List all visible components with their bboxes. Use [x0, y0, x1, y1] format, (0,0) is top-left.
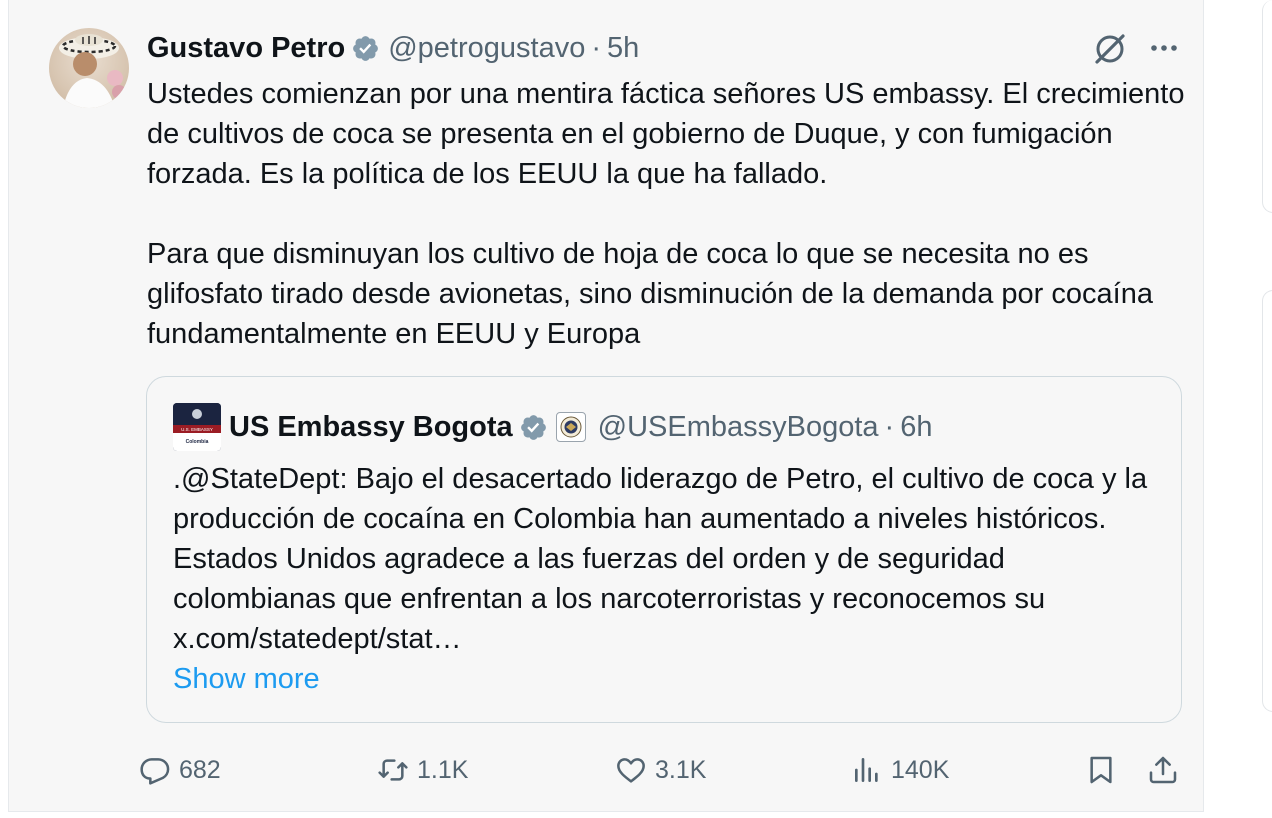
grok-icon[interactable]	[1091, 30, 1129, 68]
tweet-actions: 682 1.1K 3.1K 140K	[9, 748, 1203, 792]
tweet-author-row: Gustavo Petro @petrogustavo · 5h	[147, 30, 639, 66]
reply-button[interactable]: 682	[139, 748, 221, 792]
like-count: 3.1K	[655, 755, 707, 784]
views-count: 140K	[891, 755, 950, 784]
show-more-link[interactable]: Show more	[173, 659, 320, 699]
tweet-card[interactable]: Gustavo Petro @petrogustavo · 5h Ustedes…	[8, 0, 1204, 812]
quoted-author-avatar[interactable]: U.S. EMBASSY Colombia	[173, 403, 221, 451]
verified-badge-icon[interactable]	[351, 34, 380, 63]
share-button[interactable]	[1147, 748, 1187, 792]
quoted-tweet-text: .@StateDept: Bajo el desacertado lideraz…	[173, 463, 1148, 655]
verified-badge-icon[interactable]	[519, 413, 548, 442]
quoted-author-name[interactable]: US Embassy Bogota	[229, 411, 513, 444]
reply-icon	[140, 758, 170, 785]
logo-subtext: Colombia	[186, 439, 209, 445]
views-button[interactable]: 140K	[851, 748, 949, 792]
adjacent-card-edge	[1262, 0, 1272, 213]
author-handle[interactable]: @petrogustavo	[388, 32, 585, 65]
quoted-author-handle[interactable]: @USEmbassyBogota	[598, 411, 879, 444]
avatar[interactable]	[49, 28, 129, 108]
more-icon[interactable]	[1149, 36, 1179, 60]
adjacent-card-edge	[1262, 290, 1272, 712]
quoted-tweet-time[interactable]: 6h	[900, 411, 932, 444]
views-icon	[855, 758, 878, 782]
quoted-author-row: US Embassy Bogota @USEmbassyBogota · 6h	[229, 407, 932, 447]
repost-icon	[378, 759, 408, 781]
tweet-text: Ustedes comienzan por una mentira fáctic…	[147, 78, 1185, 350]
heart-icon	[617, 758, 645, 783]
repost-count: 1.1K	[417, 755, 469, 784]
quoted-tweet[interactable]: U.S. EMBASSY Colombia US Embassy Bogota …	[146, 376, 1182, 723]
government-seal-icon	[555, 412, 586, 442]
separator-dot: ·	[591, 31, 601, 64]
separator-dot: ·	[884, 410, 895, 443]
bookmark-button[interactable]	[1085, 748, 1125, 792]
bookmark-icon	[1090, 756, 1112, 784]
author-name[interactable]: Gustavo Petro	[147, 32, 345, 65]
like-button[interactable]: 3.1K	[615, 748, 706, 792]
reply-count: 682	[179, 755, 221, 784]
repost-button[interactable]: 1.1K	[377, 748, 468, 792]
share-icon	[1149, 756, 1177, 784]
logo-text: U.S. EMBASSY	[181, 427, 213, 432]
tweet-time[interactable]: 5h	[607, 32, 639, 65]
